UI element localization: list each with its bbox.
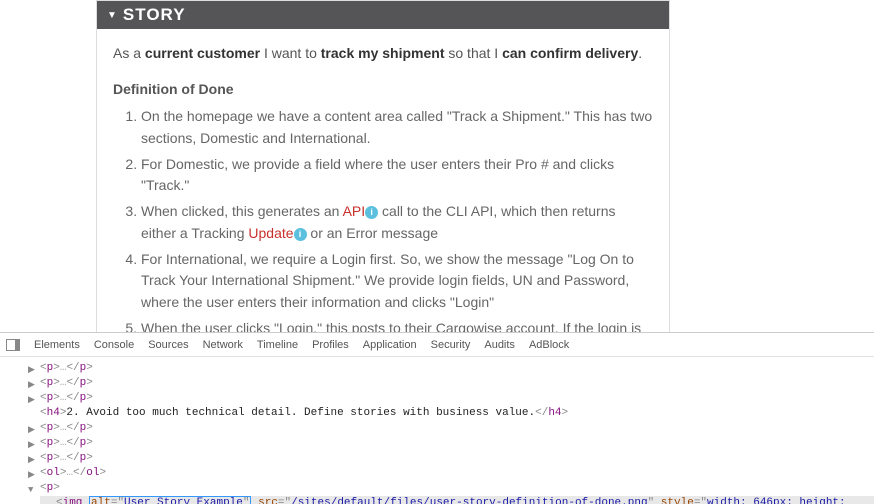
list-item: For International, we require a Login fi… [141,249,653,314]
devtools-tabbar: Elements Console Sources Network Timelin… [0,333,874,357]
story-text: I want to [260,45,321,61]
expand-arrow-icon[interactable]: ▶ [28,468,35,483]
tab-sources[interactable]: Sources [148,339,188,351]
expand-arrow-icon[interactable]: ▶ [28,363,35,378]
devtools-elements-tree[interactable]: ▶<p>…</p> ▶<p>…</p> ▶<p>…</p> <h4>2. Avo… [0,357,874,504]
dom-node-selected[interactable]: <img alt="User Story Example" src="/site… [40,496,874,504]
story-header-title: STORY [123,5,186,25]
tab-network[interactable]: Network [203,339,243,351]
expand-arrow-icon[interactable]: ▶ [28,453,35,468]
dom-node[interactable]: ▶<p>…</p> [40,376,874,391]
story-text: . [638,45,642,61]
story-header[interactable]: ▼ STORY [97,1,669,29]
list-text: or an Error message [307,225,439,241]
list-item: When clicked, this generates an APIi cal… [141,201,653,244]
story-text: As a [113,45,145,61]
dom-node[interactable]: ▶<p>…</p> [40,436,874,451]
story-goal: track my shipment [321,45,445,61]
story-sentence: As a current customer I want to track my… [113,43,653,65]
list-item: On the homepage we have a content area c… [141,106,653,149]
dom-node[interactable]: ▶<p>…</p> [40,451,874,466]
tab-application[interactable]: Application [363,339,417,351]
update-link[interactable]: Update [248,225,293,241]
devtools-panel: Elements Console Sources Network Timelin… [0,332,874,504]
dom-node[interactable]: ▶<p>…</p> [40,391,874,406]
dom-node[interactable]: ▶<p>…</p> [40,361,874,376]
expand-arrow-icon[interactable]: ▶ [28,423,35,438]
dock-side-icon[interactable] [6,339,20,351]
info-icon[interactable]: i [365,206,378,219]
story-role: current customer [145,45,260,61]
tab-security[interactable]: Security [431,339,471,351]
expand-arrow-icon[interactable]: ▶ [28,378,35,393]
list-item: For Domestic, we provide a field where t… [141,154,653,197]
page-root: ▼ STORY As a current customer I want to … [0,0,874,504]
dom-node[interactable]: <h4>2. Avoid too much technical detail. … [40,406,874,421]
expand-arrow-icon[interactable]: ▶ [28,438,35,453]
tab-elements[interactable]: Elements [34,339,80,351]
tab-console[interactable]: Console [94,339,134,351]
dom-node[interactable]: ▼<p> [40,481,874,496]
story-reason: can confirm delivery [502,45,638,61]
info-icon[interactable]: i [294,228,307,241]
tab-timeline[interactable]: Timeline [257,339,298,351]
tab-audits[interactable]: Audits [484,339,515,351]
expand-arrow-icon[interactable]: ▶ [28,393,35,408]
dom-node[interactable]: ▶<ol>…</ol> [40,466,874,481]
dom-node[interactable]: ▶<p>…</p> [40,421,874,436]
collapse-triangle-icon[interactable]: ▼ [107,10,117,21]
definition-of-done-title: Definition of Done [113,79,653,101]
api-link[interactable]: API [343,203,366,219]
story-text: so that I [444,45,502,61]
tab-adblock[interactable]: AdBlock [529,339,569,351]
list-text: When clicked, this generates an [141,203,343,219]
expand-arrow-icon[interactable]: ▼ [28,483,33,498]
tab-profiles[interactable]: Profiles [312,339,349,351]
